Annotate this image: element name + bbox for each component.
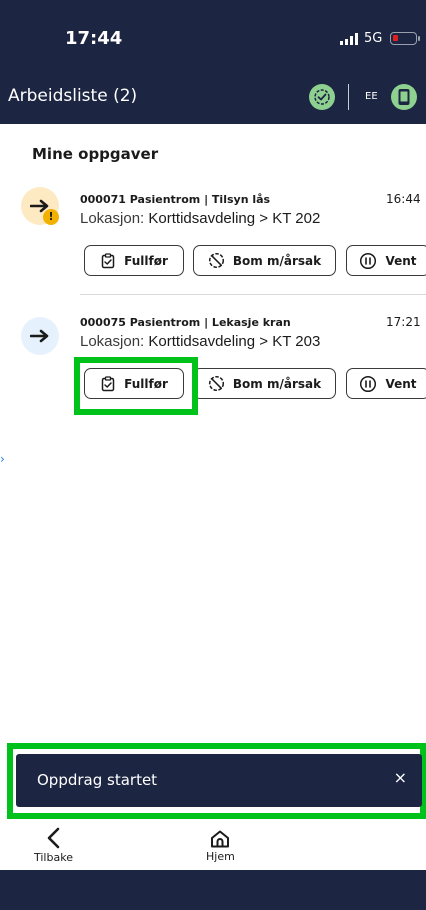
highlight-frame [74, 357, 198, 415]
wait-button[interactable]: Vent [346, 368, 426, 399]
skip-with-reason-button[interactable]: Bom m/årsak [193, 368, 336, 399]
app-header: 17:44 5G Arbeidsliste (2) EE [0, 0, 426, 124]
back-label: Tilbake [34, 851, 73, 864]
warning-icon: ! [43, 209, 59, 225]
wait-button-label: Vent [385, 376, 417, 391]
skip-with-reason-button[interactable]: Bom m/årsak [193, 245, 336, 276]
toast-notification: Oppdrag startet × [16, 754, 422, 807]
network-type: 5G [364, 31, 383, 46]
bottom-bar [0, 870, 426, 910]
pause-icon [360, 375, 377, 392]
location-label: Lokasjon: [80, 210, 149, 227]
device-icon[interactable] [391, 84, 417, 110]
wait-button-label: Vent [385, 253, 417, 268]
status-indicators: 5G [340, 31, 421, 46]
status-time: 17:44 [65, 28, 123, 49]
user-initials[interactable]: EE [365, 91, 378, 102]
task-title: 000071 Pasientrom | Tilsyn lås [80, 193, 271, 206]
task-location: Lokasjon: Korttidsavdeling > KT 203 [80, 333, 320, 350]
header-divider [348, 84, 349, 110]
wait-button[interactable]: Vent [346, 245, 426, 276]
toast-message: Oppdrag startet [37, 771, 158, 789]
section-title: Mine oppgaver [32, 145, 159, 163]
battery-icon [390, 32, 421, 45]
sync-check-icon[interactable] [309, 84, 335, 110]
location-value: Korttidsavdeling > KT 203 [148, 333, 321, 350]
skip-button-label: Bom m/årsak [232, 376, 322, 391]
task-time: 16:44 [386, 192, 421, 206]
chevron-right-icon: › [0, 452, 5, 466]
location-value: Korttidsavdeling > KT 202 [148, 210, 321, 227]
clipboard-check-icon [101, 252, 115, 268]
page-title: Arbeidsliste (2) [8, 86, 138, 106]
task-time: 17:21 [386, 315, 421, 329]
location-label: Lokasjon: [80, 333, 149, 350]
home-icon [211, 830, 230, 848]
close-icon[interactable]: × [394, 768, 407, 787]
complete-button-label: Fullfør [124, 253, 168, 268]
block-icon [208, 252, 224, 269]
task-title: 000075 Pasientrom | Lekasje kran [80, 316, 291, 329]
task-location: Lokasjon: Korttidsavdeling > KT 202 [80, 210, 320, 227]
home-label: Hjem [206, 850, 235, 863]
complete-button[interactable]: Fullfør [84, 245, 184, 276]
arrow-right-icon [30, 329, 49, 343]
bottom-navigation: Tilbake Hjem [0, 819, 426, 869]
block-icon [208, 375, 224, 392]
task-status-icon [21, 317, 59, 355]
back-button[interactable]: Tilbake [34, 827, 73, 864]
chevron-left-icon [48, 827, 60, 849]
task-status-icon: ! [21, 187, 59, 225]
task-divider [80, 294, 426, 295]
signal-icon [340, 32, 358, 45]
pause-icon [360, 252, 377, 269]
skip-button-label: Bom m/årsak [232, 253, 322, 268]
home-button[interactable]: Hjem [206, 830, 235, 863]
